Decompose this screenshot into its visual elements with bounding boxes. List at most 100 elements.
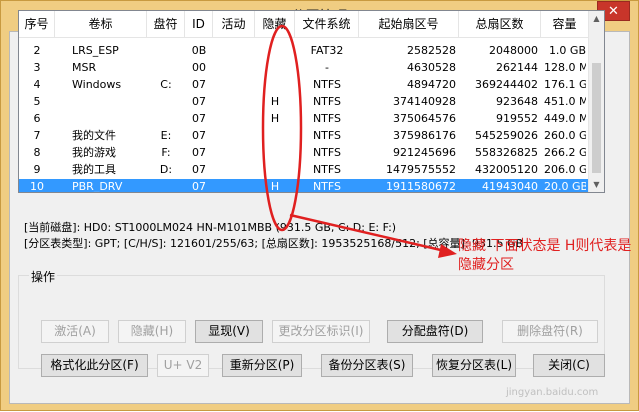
cell-id: 07 [192,129,206,142]
format-partition-button[interactable]: 格式化此分区(F) [41,354,148,377]
column-header-file-system[interactable]: 文件系统 [295,11,359,37]
restore-partition-table-button[interactable]: 恢复分区表(L) [432,354,516,377]
u-v2-button[interactable]: U+ V2 [157,354,209,377]
hide-button[interactable]: 隐藏(H) [118,320,186,343]
cell-index: 8 [33,146,41,159]
table-row[interactable]: 2 LRS_ESP 0B FAT32 2582528 2048000 1.0 GB [19,43,589,58]
cell-volume-label: PBR_DRV [72,180,123,193]
assign-drive-letter-button[interactable]: 分配盘符(D) [387,320,483,343]
cell-start-sector: 375064576 [393,112,456,125]
cell-start-sector: 375986176 [393,129,456,142]
cell-file-system: FAT32 [310,44,344,57]
cell-hidden [258,77,292,92]
watermark: jingyan.baidu.com [506,387,599,398]
cell-drive-letter: D: [159,163,173,176]
vertical-scrollbar[interactable]: ▲ ▼ [588,11,604,192]
scroll-thumb[interactable] [592,63,601,173]
cell-volume-label: 我的文件 [72,129,116,142]
current-disk-line: [当前磁盘]: HD0: ST1000LM024 HN-M101MBB (931… [24,221,397,234]
cell-id: 0B [191,44,207,57]
cell-hidden [258,43,292,58]
cell-capacity: 451.0 MB [544,95,586,108]
change-partition-id-button[interactable]: 更改分区标识(I) [272,320,370,343]
cell-capacity: 1.0 GB [548,44,586,57]
cell-drive-letter: F: [161,146,171,159]
cell-hidden [258,162,292,177]
cell-index: 4 [33,78,41,91]
column-header-start-sector[interactable]: 起始扇区号 [359,11,459,37]
cell-capacity: 260.0 GB [544,129,586,142]
cell-volume-label: Windows [72,78,122,91]
column-header-total-sectors[interactable]: 总扇区数 [459,11,541,37]
partition-table: 序号 卷标 盘符 ID 活动 隐藏 文件系统 起始扇区号 总扇区数 容量 2 LRS_ESP 0B FA… [18,10,605,193]
cell-index: 9 [33,163,41,176]
cell-capacity: 266.2 GB [544,146,586,159]
cell-hidden [258,145,292,160]
cell-hidden: H [270,180,280,193]
cell-id: 07 [192,112,206,125]
cell-drive-letter [150,43,182,58]
table-row[interactable]: 4 Windows C: 07 NTFS 4894720 369244402 176.1 GB [19,77,589,92]
show-button[interactable]: 显现(V) [195,320,263,343]
cell-drive-letter [150,111,182,126]
table-row[interactable]: 8 我的游戏 F: 07 NTFS 921245696 558326825 266.2 GB [19,145,589,160]
remove-drive-letter-button[interactable]: 删除盘符(R) [502,320,598,343]
backup-partition-table-button[interactable]: 备份分区表(S) [321,354,413,377]
table-row[interactable]: 6 07 H NTFS 375064576 919552 449.0 MB [19,111,589,126]
operations-label: 操作 [29,268,58,285]
cell-index: 7 [33,129,41,142]
cell-drive-letter: E: [160,129,172,142]
cell-active [216,145,252,160]
cell-file-system: NTFS [312,95,342,108]
cell-total-sectors: 2048000 [489,44,538,57]
cell-total-sectors: 262144 [496,61,538,74]
activate-button[interactable]: 激活(A) [41,320,109,343]
cell-capacity: 449.0 MB [544,112,586,125]
table-row[interactable]: 5 07 H NTFS 374140928 923648 451.0 MB [19,94,589,109]
column-header-drive-letter[interactable]: 盘符 [147,11,185,37]
cell-start-sector: 1479575552 [386,163,456,176]
cell-id: 07 [192,146,206,159]
cell-file-system: - [325,61,329,74]
partition-type-line: [分区表类型]: GPT; [C/H/S]: 121601/255/63; [总… [24,237,524,250]
column-header-hidden[interactable]: 隐藏 [255,11,295,37]
column-header-id[interactable]: ID [185,11,213,37]
cell-drive-letter [150,94,182,109]
cell-hidden: H [270,95,280,108]
column-header-active[interactable]: 活动 [213,11,255,37]
scroll-up-arrow-icon[interactable]: ▲ [589,11,604,26]
cell-start-sector: 374140928 [393,95,456,108]
cell-total-sectors: 369244402 [475,78,538,91]
cell-volume-label: MSR [72,61,97,74]
cell-index: 3 [33,61,41,74]
scroll-down-arrow-icon[interactable]: ▼ [589,177,604,192]
cell-active [216,43,252,58]
close-button[interactable]: 关闭(C) [533,354,605,377]
table-row[interactable]: 9 我的工具 D: 07 NTFS 1479575552 432005120 206.0 GB [19,162,589,177]
column-header-index[interactable]: 序号 [19,11,55,37]
cell-hidden [258,128,292,143]
cell-id: 07 [192,163,206,176]
cell-file-system: NTFS [312,146,342,159]
annotation-text: 隐藏 下面状态是 H则代表是 隐藏分区 [458,238,632,273]
cell-id: 00 [192,61,206,74]
table-row[interactable]: 7 我的文件 E: 07 NTFS 375986176 545259026 260.0 GB [19,128,589,143]
cell-start-sector: 2582528 [407,44,456,57]
table-row[interactable]: 3 MSR 00 - 4630528 262144 128.0 MB [19,60,589,75]
cell-active [216,111,252,126]
cell-start-sector: 1911580672 [386,180,456,193]
table-row[interactable]: 10 PBR_DRV 07 H NTFS 1911580672 41943040 20.0 G… [19,179,589,193]
cell-file-system: NTFS [312,112,342,125]
cell-file-system: NTFS [312,163,342,176]
column-header-volume-label[interactable]: 卷标 [55,11,147,37]
cell-capacity: 20.0 GB [544,180,586,193]
cell-total-sectors: 558326825 [475,146,538,159]
cell-index: 6 [33,112,41,125]
column-header-capacity[interactable]: 容量 [541,11,589,37]
cell-active [216,94,252,109]
cell-drive-letter [150,179,182,192]
cell-active [216,77,252,92]
cell-volume-label: 我的游戏 [72,146,116,159]
repartition-button[interactable]: 重新分区(P) [222,354,302,377]
cell-start-sector: 4630528 [407,61,456,74]
